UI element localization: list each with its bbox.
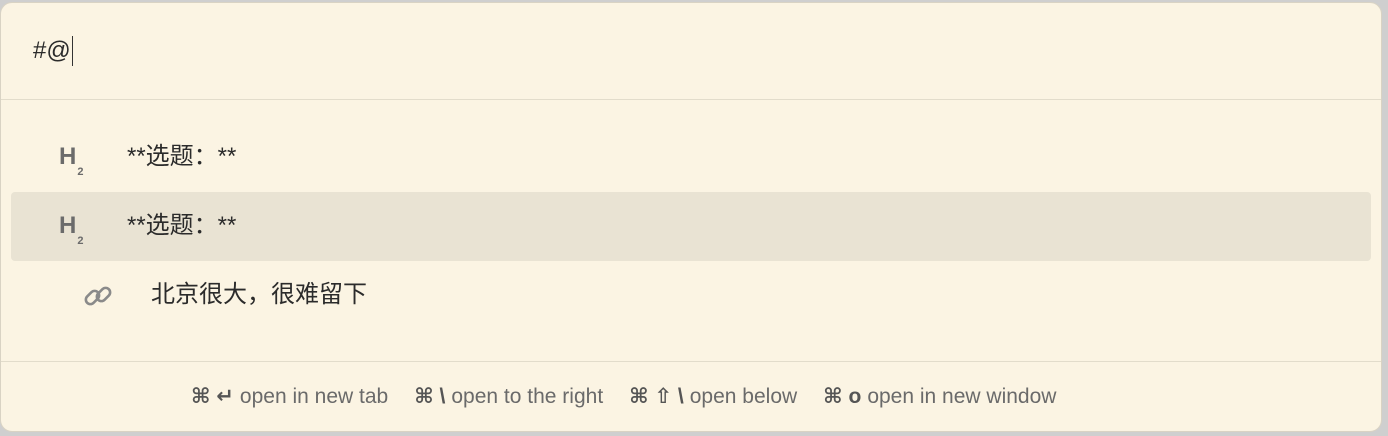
results-list: H2 **选题：** H2 **选题：** 北京很大，很难留下 bbox=[1, 123, 1381, 330]
hint-label: open in new tab bbox=[239, 384, 389, 408]
shortcut-keys: ⌘ ⇧ \ bbox=[629, 385, 684, 408]
result-item-label: **选题：** bbox=[127, 143, 237, 170]
hint-label: open below bbox=[689, 384, 798, 408]
shortcut-keys: ⌘ o bbox=[823, 385, 862, 408]
search-input[interactable]: #@ bbox=[33, 35, 74, 67]
heading-2-icon: H2 bbox=[59, 212, 84, 247]
result-item-selected[interactable]: H2 **选题：** bbox=[11, 192, 1371, 261]
result-item[interactable]: H2 **选题：** bbox=[11, 123, 1371, 192]
hint-open-new-tab: ⌘ ↵ open in new tab bbox=[191, 384, 388, 409]
heading-2-icon: H2 bbox=[59, 143, 84, 178]
result-item-label: **选题：** bbox=[127, 212, 237, 239]
hint-label: open in new window bbox=[867, 384, 1057, 408]
text-caret bbox=[71, 36, 74, 66]
search-input-value: #@ bbox=[33, 37, 71, 64]
shortcut-keys: ⌘ \ bbox=[414, 385, 446, 408]
hint-label: open to the right bbox=[451, 384, 604, 408]
result-item-label: 北京很大，很难留下 bbox=[151, 281, 367, 308]
hint-open-new-window: ⌘ o open in new window bbox=[823, 384, 1056, 409]
quick-switcher-modal: #@ H2 **选题：** H2 **选题：** 北京很大，很难留下 ⌘ ↵ o… bbox=[0, 2, 1382, 432]
hint-open-below: ⌘ ⇧ \ open below bbox=[629, 384, 797, 409]
hint-open-right: ⌘ \ open to the right bbox=[414, 384, 603, 409]
link-icon bbox=[84, 286, 112, 306]
shortcut-keys: ⌘ ↵ bbox=[191, 385, 234, 408]
search-row: #@ bbox=[1, 3, 1381, 100]
result-item[interactable]: 北京很大，很难留下 bbox=[11, 261, 1371, 330]
footer-hints: ⌘ ↵ open in new tab ⌘ \ open to the righ… bbox=[1, 361, 1381, 431]
